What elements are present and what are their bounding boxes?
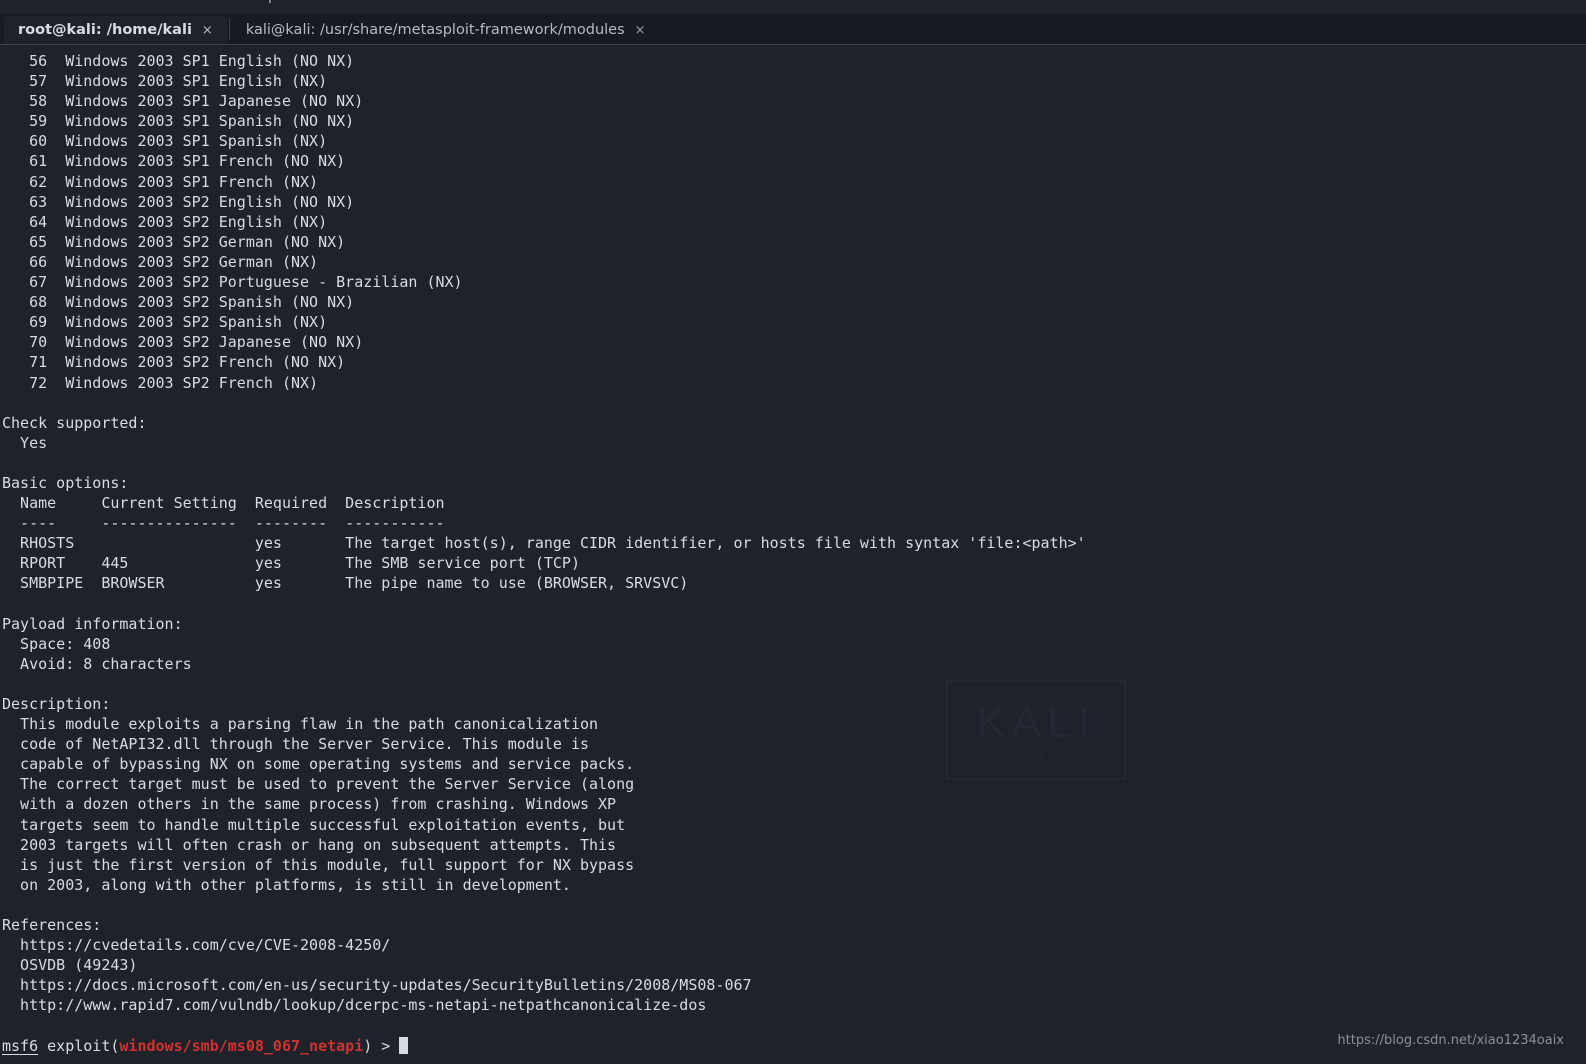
tabbar: root@kali: /home/kali × kali@kali: /usr/… xyxy=(0,14,1586,44)
tab-separator xyxy=(229,18,230,40)
tab-label: kali@kali: /usr/share/metasploit-framewo… xyxy=(246,22,625,38)
close-icon[interactable]: × xyxy=(635,23,646,38)
menu-view[interactable]: View xyxy=(188,0,221,4)
terminal-output[interactable]: 56 Windows 2003 SP1 English (NO NX) 57 W… xyxy=(0,45,1586,1058)
menu-help[interactable]: Help xyxy=(245,0,277,4)
menubar: File Actions Edit View Help xyxy=(0,0,1586,12)
close-icon[interactable]: × xyxy=(202,23,213,38)
tab-label: root@kali: /home/kali xyxy=(18,22,192,38)
watermark-url: https://blog.csdn.net/xiao1234oaix xyxy=(1337,1033,1564,1048)
menu-file[interactable]: File xyxy=(14,0,37,4)
tab-kali-modules[interactable]: kali@kali: /usr/share/metasploit-framewo… xyxy=(232,16,660,44)
menu-edit[interactable]: Edit xyxy=(137,0,164,4)
menu-actions[interactable]: Actions xyxy=(61,0,112,4)
tab-root-kali[interactable]: root@kali: /home/kali × xyxy=(4,16,227,44)
